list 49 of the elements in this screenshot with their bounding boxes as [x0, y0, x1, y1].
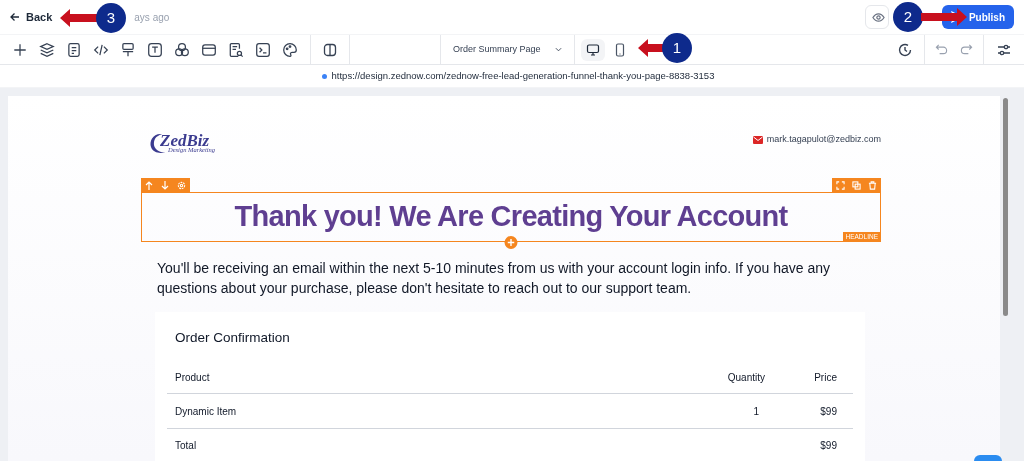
chat-button[interactable] — [974, 455, 1002, 461]
page-dropdown[interactable]: Order Summary Page — [440, 35, 575, 64]
column-header: Price — [813, 371, 838, 385]
palette-icon[interactable] — [282, 41, 298, 58]
terminal-icon[interactable] — [255, 41, 271, 58]
table-cell-text: Dynamic Item — [174, 404, 238, 419]
arrow-up-icon[interactable] — [145, 180, 153, 190]
saved-time-text: ays ago — [134, 10, 170, 25]
total-label: Total — [174, 438, 198, 453]
add-icon[interactable] — [12, 41, 28, 58]
history-icon[interactable] — [898, 42, 912, 57]
window-icon[interactable] — [201, 41, 217, 58]
monitor-icon — [585, 42, 600, 57]
paragraph-text: You'll be receiving an email within the next 5-10 minutes from us with your account login info. If you have any questions about your purchase, please don't hesitate to reach out to our support team. — [156, 258, 831, 298]
column-header: Quantity — [726, 371, 766, 385]
column-header: Product — [174, 371, 211, 385]
table-cell-text: 1 — [752, 404, 760, 419]
page-icon[interactable] — [66, 41, 82, 58]
layers-icon[interactable] — [39, 41, 55, 58]
total-value: $99 — [819, 438, 838, 453]
annotation-arrow — [58, 7, 98, 29]
mail-icon — [752, 135, 763, 144]
scrollbar-thumb[interactable] — [1002, 98, 1008, 316]
table-cell-text: $99 — [819, 404, 838, 419]
undo-icon[interactable] — [935, 43, 948, 56]
preview-button[interactable] — [864, 5, 889, 29]
email-text: mark.tagapulot@zedbiz.com — [766, 133, 881, 146]
eye-icon — [871, 10, 885, 24]
headline: Thank you! We Are Creating Your Account — [234, 199, 788, 234]
annotation-arrow — [921, 6, 969, 28]
add-element-icon[interactable] — [504, 235, 518, 249]
desktop-view-button[interactable] — [580, 38, 605, 61]
annotation-number: 2 — [893, 2, 923, 32]
arrow-left-icon — [10, 12, 20, 22]
split-view-icon[interactable] — [323, 42, 337, 57]
document-search-icon[interactable] — [228, 41, 244, 58]
circles-icon[interactable] — [174, 41, 190, 58]
annotation-number: 3 — [96, 3, 126, 33]
annotation-arrow — [636, 37, 664, 59]
redo-icon[interactable] — [960, 43, 973, 56]
back-link[interactable]: Back — [10, 8, 53, 26]
settings-sliders-icon[interactable] — [997, 42, 1011, 57]
url-text: https://design.zednow.com/zednow-free-lead-generation-funnel-thank-you-page-8838-3153 — [331, 68, 715, 83]
text-icon[interactable] — [147, 41, 163, 58]
arrow-down-icon[interactable] — [161, 180, 169, 190]
card-title: Order Confirmation — [174, 328, 291, 347]
paint-roller-icon[interactable] — [120, 41, 136, 58]
annotation-number: 1 — [662, 33, 692, 63]
caret-icon — [554, 46, 562, 53]
